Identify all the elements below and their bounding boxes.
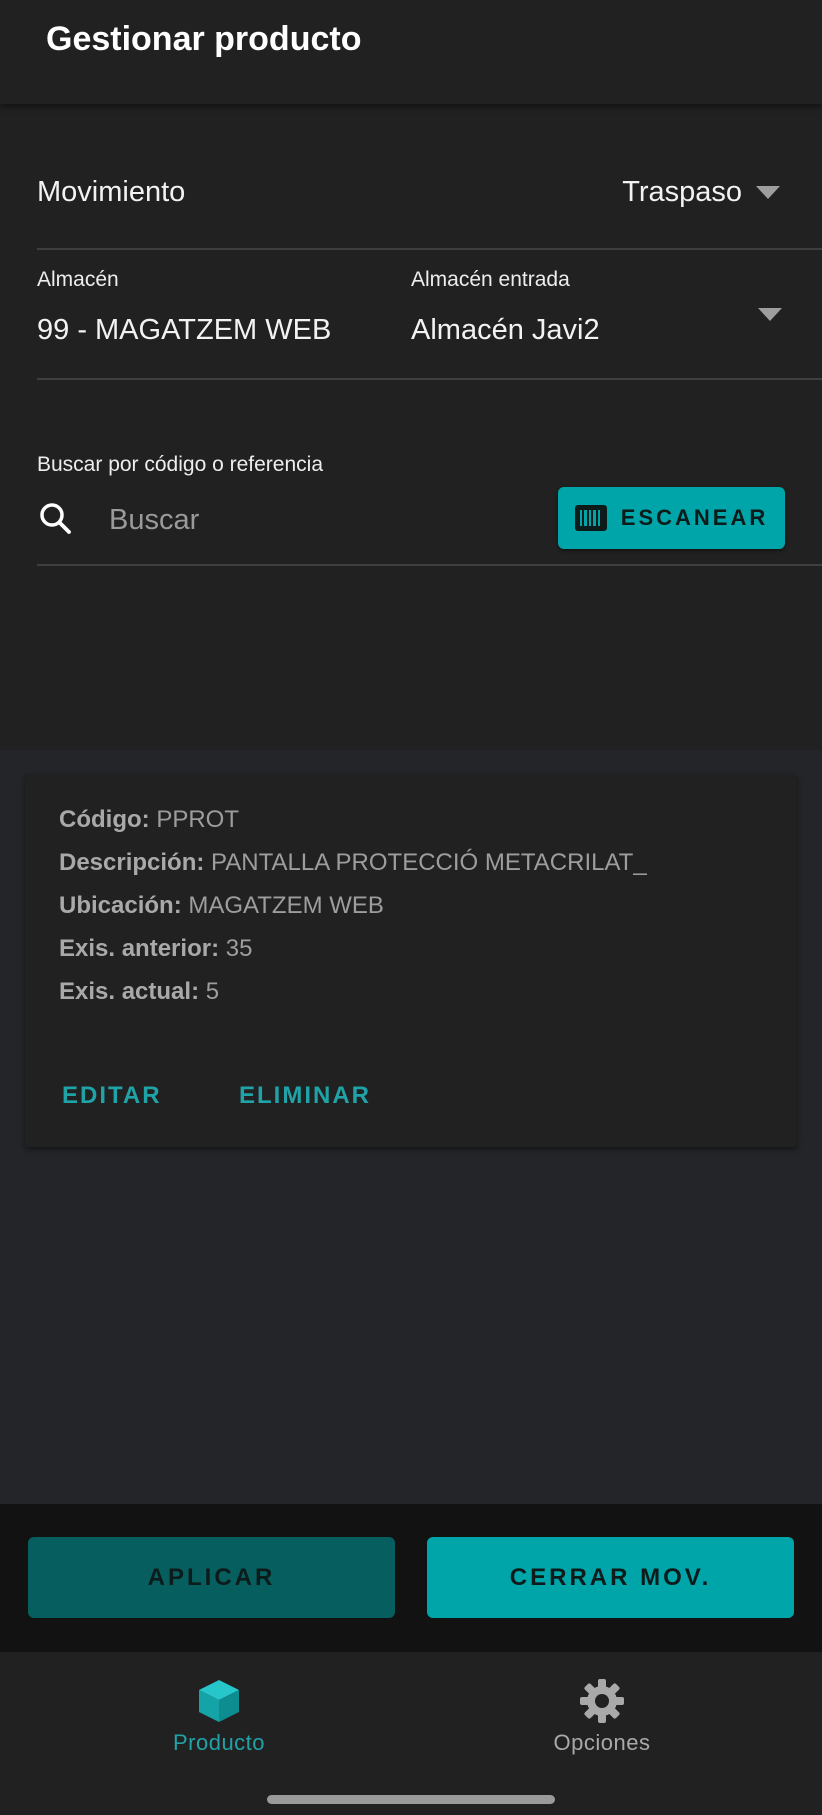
- warehouse-destination-value: Almacén Javi2: [411, 314, 600, 346]
- current-stock: Exis. actual: 5: [59, 978, 219, 1006]
- page-title: Gestionar producto: [46, 20, 362, 58]
- home-indicator[interactable]: [267, 1795, 555, 1804]
- warehouse-origin-label: Almacén: [37, 268, 119, 291]
- close-movement-button[interactable]: CERRAR MOV.: [427, 1537, 794, 1618]
- barcode-icon: [574, 505, 607, 531]
- dropdown-arrow-icon: [756, 186, 780, 199]
- nav-item-opciones[interactable]: Opciones: [472, 1678, 732, 1778]
- cube-icon: [199, 1680, 239, 1722]
- nav-item-label: Producto: [172, 1730, 266, 1755]
- previous-stock: Exis. anterior: 35: [59, 935, 252, 963]
- scan-button[interactable]: ESCANEAR: [558, 487, 785, 549]
- product-code-value: PPROT: [156, 806, 239, 833]
- warehouse-destination-select[interactable]: Almacén entrada Almacén Javi2: [411, 250, 822, 378]
- product-description-value: PANTALLA PROTECCIÓ METACRILAT_: [211, 849, 647, 876]
- previous-stock-label: Exis. anterior:: [59, 935, 220, 962]
- movement-type-select[interactable]: Traspaso: [622, 176, 780, 209]
- product-code: Código: PPROT: [59, 806, 239, 834]
- product-location-value: MAGATZEM WEB: [188, 892, 384, 919]
- current-stock-label: Exis. actual:: [59, 978, 200, 1005]
- product-card: Código: PPROT Descripción: PANTALLA PROT…: [25, 774, 797, 1147]
- delete-button[interactable]: ELIMINAR: [239, 1082, 371, 1110]
- app-bar: Gestionar producto: [0, 0, 822, 104]
- action-bar: APLICAR CERRAR MOV.: [0, 1504, 822, 1652]
- warehouse-origin-value: 99 - MAGATZEM WEB: [37, 314, 332, 346]
- search-section: Buscar por código o referencia ESCANEAR: [37, 380, 822, 566]
- search-input[interactable]: [109, 498, 509, 542]
- nav-item-producto[interactable]: Producto: [89, 1678, 349, 1778]
- product-description: Descripción: PANTALLA PROTECCIÓ METACRIL…: [59, 849, 647, 877]
- product-code-label: Código:: [59, 806, 150, 833]
- bottom-navigation: Producto Opciones: [0, 1652, 822, 1815]
- search-icon: [40, 503, 71, 534]
- current-stock-value: 5: [205, 978, 220, 1005]
- product-location: Ubicación: MAGATZEM WEB: [59, 892, 384, 920]
- apply-button[interactable]: APLICAR: [28, 1537, 395, 1618]
- scan-button-label: ESCANEAR: [620, 505, 769, 530]
- movement-type-field[interactable]: Movimiento Traspaso: [37, 104, 822, 250]
- gear-icon: [580, 1679, 624, 1723]
- movement-type-label: Movimiento: [37, 176, 186, 208]
- edit-button[interactable]: EDITAR: [62, 1082, 162, 1110]
- nav-item-label: Opciones: [553, 1730, 651, 1755]
- warehouse-row: Almacén 99 - MAGATZEM WEB Almacén entrad…: [37, 250, 822, 380]
- warehouse-destination-label: Almacén entrada: [411, 268, 570, 291]
- product-description-label: Descripción:: [59, 849, 205, 876]
- search-label: Buscar por código o referencia: [37, 453, 323, 476]
- previous-stock-value: 35: [225, 935, 253, 962]
- movement-type-value: Traspaso: [622, 176, 742, 208]
- dropdown-arrow-icon: [758, 308, 782, 321]
- product-location-label: Ubicación:: [59, 892, 182, 919]
